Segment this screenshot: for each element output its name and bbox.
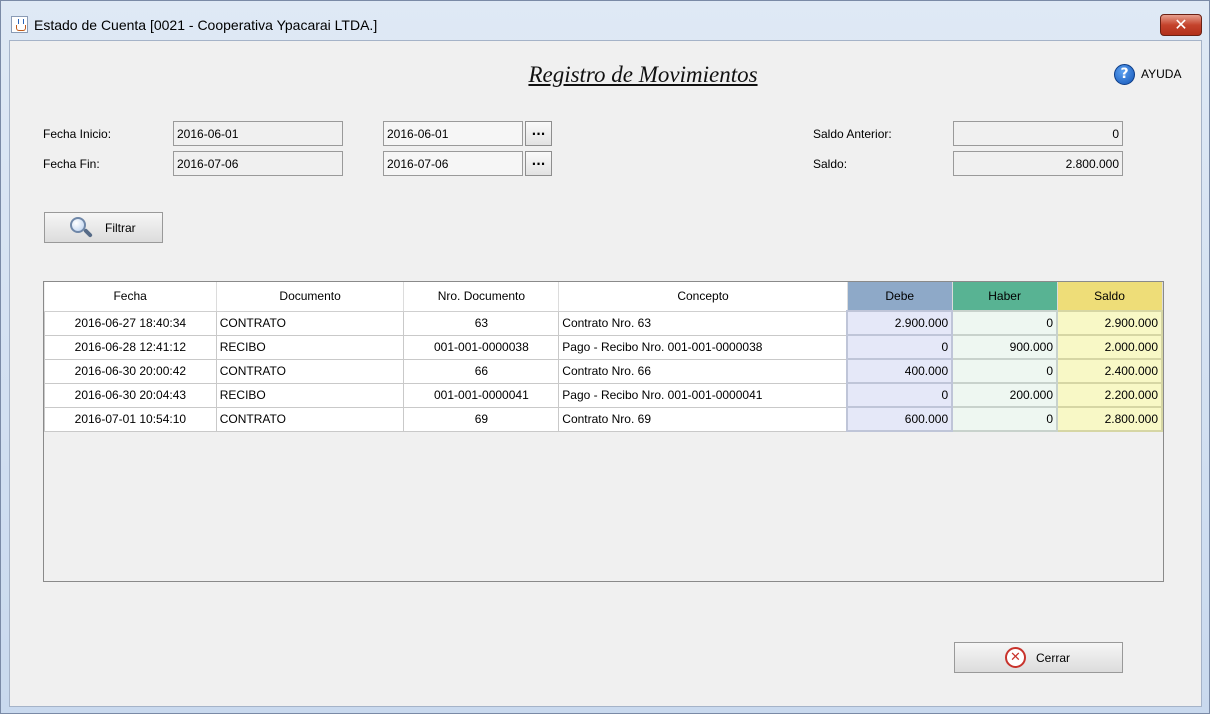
title-bar[interactable]: Estado de Cuenta [0021 - Cooperativa Ypa… [1,1,1209,41]
cell-debe: 600.000 [846,406,954,432]
cell-debe: 0 [846,382,954,408]
fecha-inicio-display: 2016-06-01 [173,121,343,146]
col-header-concepto[interactable]: Concepto [558,282,848,312]
cell-haber: 0 [951,358,1059,384]
cell-fecha: 2016-06-30 20:04:43 [44,382,217,408]
cell-saldo: 2.900.000 [1056,310,1163,336]
cell-fecha: 2016-06-27 18:40:34 [44,310,217,336]
cancel-icon: ✕ [1005,647,1026,668]
fecha-fin-display: 2016-07-06 [173,151,343,176]
cell-documento: RECIBO [215,334,405,360]
cell-concepto: Contrato Nro. 69 [558,406,848,432]
col-header-haber[interactable]: Haber [952,282,1058,312]
cell-documento: CONTRATO [215,358,405,384]
saldo-anterior-value: 0 [953,121,1123,146]
cell-haber: 0 [951,310,1059,336]
cell-saldo: 2.400.000 [1056,358,1163,384]
movements-table[interactable]: Fecha Documento Nro. Documento Concepto … [43,281,1164,582]
table-row[interactable]: 2016-06-27 18:40:34 CONTRATO 63 Contrato… [44,310,1163,336]
table-row[interactable]: 2016-06-30 20:04:43 RECIBO 001-001-00000… [44,382,1163,408]
col-header-fecha[interactable]: Fecha [44,282,217,312]
cell-debe: 0 [846,334,954,360]
cell-saldo: 2.800.000 [1056,406,1163,432]
application-window: Estado de Cuenta [0021 - Cooperativa Ypa… [0,0,1210,714]
fecha-fin-input[interactable]: 2016-07-06 [383,151,523,176]
filter-button-label: Filtrar [105,220,136,235]
cell-haber: 200.000 [951,382,1059,408]
cell-concepto: Contrato Nro. 66 [558,358,848,384]
table-header-row: Fecha Documento Nro. Documento Concepto … [44,282,1163,312]
help-button[interactable]: ? AYUDA [1114,63,1194,85]
cell-fecha: 2016-06-28 12:41:12 [44,334,217,360]
fecha-inicio-label: Fecha Inicio: [43,127,112,141]
help-label: AYUDA [1141,67,1182,81]
help-icon: ? [1114,63,1135,85]
cell-fecha: 2016-07-01 10:54:10 [44,406,217,432]
table-row[interactable]: 2016-06-30 20:00:42 CONTRATO 66 Contrato… [44,358,1163,384]
fecha-fin-label: Fecha Fin: [43,157,100,171]
cell-concepto: Pago - Recibo Nro. 001-001-0000038 [558,334,848,360]
fecha-fin-picker-button[interactable]: ... [525,151,552,176]
saldo-value: 2.800.000 [953,151,1123,176]
cell-concepto: Contrato Nro. 63 [558,310,848,336]
page-title: Registro de Movimientos [528,62,758,87]
cell-haber: 0 [951,406,1059,432]
table-row[interactable]: 2016-07-01 10:54:10 CONTRATO 69 Contrato… [44,406,1163,432]
col-header-debe[interactable]: Debe [847,282,953,312]
cell-haber: 900.000 [951,334,1059,360]
cerrar-button[interactable]: ✕ Cerrar [954,642,1123,673]
filter-button[interactable]: Filtrar [44,212,163,243]
cell-nro-documento: 001-001-0000041 [403,382,560,408]
cell-saldo: 2.000.000 [1056,334,1163,360]
cell-nro-documento: 69 [403,406,560,432]
saldo-anterior-label: Saldo Anterior: [813,127,892,141]
col-header-saldo[interactable]: Saldo [1057,282,1163,312]
cell-debe: 2.900.000 [846,310,954,336]
cerrar-button-label: Cerrar [1036,650,1071,665]
window-close-button[interactable]: ✕ [1160,14,1202,36]
cell-fecha: 2016-06-30 20:00:42 [44,358,217,384]
cell-documento: CONTRATO [215,310,405,336]
magnifier-icon [69,216,95,239]
col-header-documento[interactable]: Documento [216,282,405,312]
cell-nro-documento: 63 [403,310,560,336]
cell-documento: RECIBO [215,382,405,408]
cell-documento: CONTRATO [215,406,405,432]
cell-nro-documento: 001-001-0000038 [403,334,560,360]
cell-nro-documento: 66 [403,358,560,384]
cell-debe: 400.000 [846,358,954,384]
table-row[interactable]: 2016-06-28 12:41:12 RECIBO 001-001-00000… [44,334,1163,360]
java-app-icon [11,16,28,33]
content-panel: Registro de Movimientos ? AYUDA Fecha In… [9,40,1202,707]
fecha-inicio-picker-button[interactable]: ... [525,121,552,146]
fecha-inicio-input[interactable]: 2016-06-01 [383,121,523,146]
cell-saldo: 2.200.000 [1056,382,1163,408]
col-header-nro-documento[interactable]: Nro. Documento [403,282,560,312]
movements-grid: Fecha Documento Nro. Documento Concepto … [44,282,1163,432]
cell-concepto: Pago - Recibo Nro. 001-001-0000041 [558,382,848,408]
saldo-label: Saldo: [813,157,848,171]
window-title: Estado de Cuenta [0021 - Cooperativa Ypa… [34,17,378,33]
